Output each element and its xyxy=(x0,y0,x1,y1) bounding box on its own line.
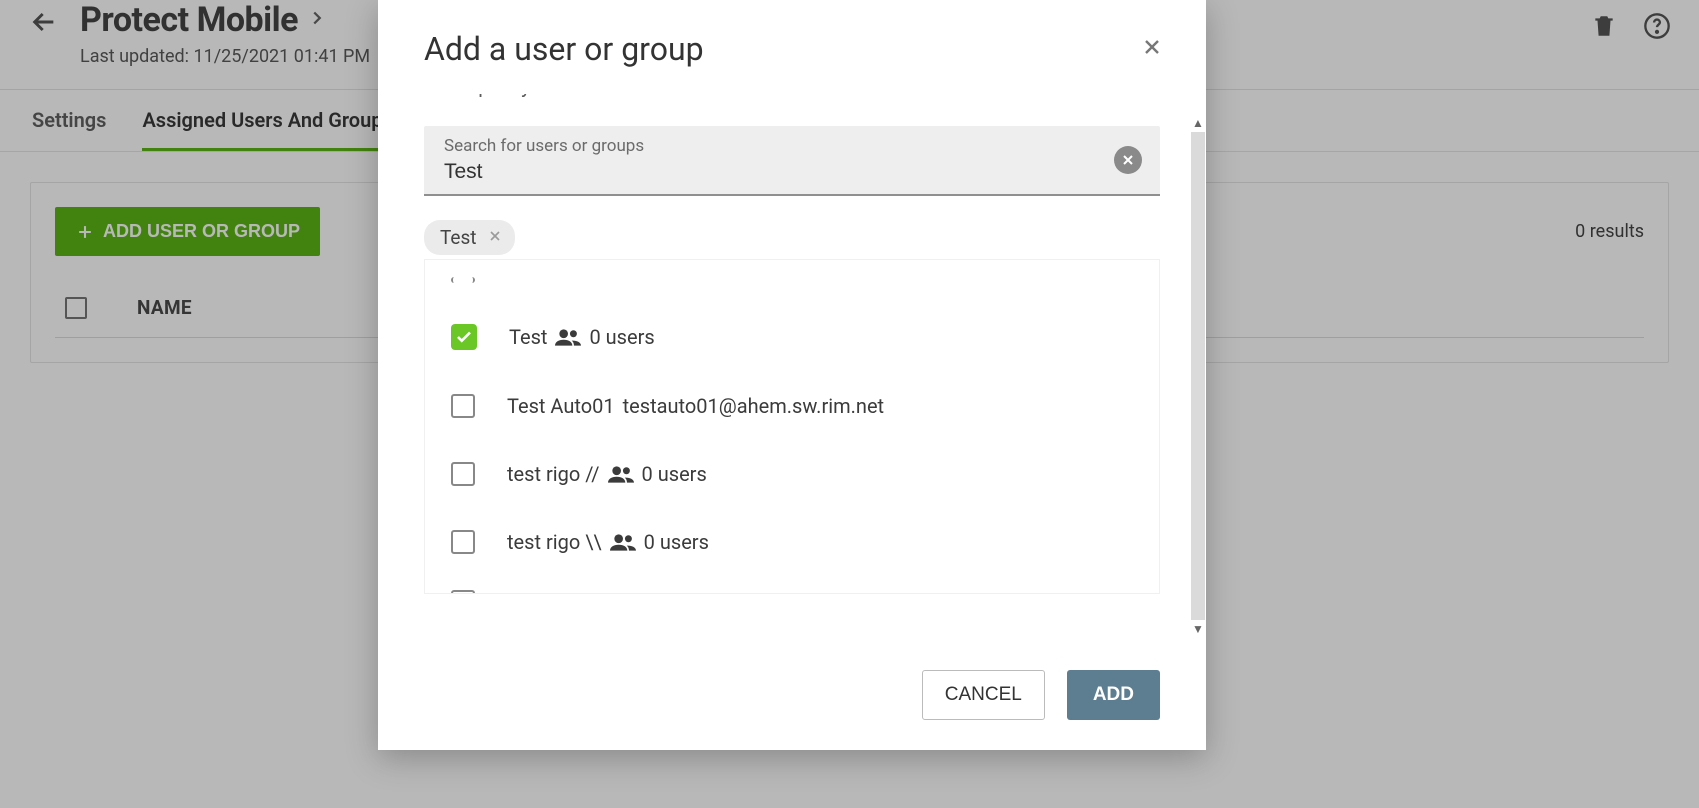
modal-footer: CANCEL ADD xyxy=(378,648,1206,750)
modal-hint-fragment: same policy. xyxy=(424,94,1160,108)
result-row[interactable]: test rigo // 0 users xyxy=(425,440,1159,508)
result-name: test rigo \\ xyxy=(507,530,602,554)
search-label: Search for users or groups xyxy=(444,136,1104,156)
clear-search-icon[interactable] xyxy=(1114,146,1142,174)
result-name: Test Auto01 xyxy=(507,394,615,418)
chip-test: Test xyxy=(424,220,515,255)
add-button[interactable]: ADD xyxy=(1067,670,1160,720)
result-checkbox[interactable] xyxy=(451,277,475,283)
result-checkbox[interactable] xyxy=(451,462,475,486)
result-checkbox[interactable] xyxy=(451,394,475,418)
result-row[interactable]: test rigo \\ 0 users xyxy=(425,508,1159,576)
result-name: test rigo // xyxy=(507,462,600,486)
result-email: testauto01@ahem.sw.rim.net xyxy=(623,394,884,418)
modal-title: Add a user or group xyxy=(424,30,704,68)
modal-outer-scrollbar[interactable]: ▲ ▼ xyxy=(1188,116,1208,636)
result-row[interactable]: Test 0 users xyxy=(425,302,1159,372)
scroll-up-icon[interactable]: ▲ xyxy=(1192,116,1204,130)
result-row-partial-bottom[interactable] xyxy=(425,576,1159,594)
result-name: Test xyxy=(509,325,547,349)
result-extra: 0 users xyxy=(589,325,654,349)
result-row-partial-top xyxy=(425,259,1159,302)
result-checkbox-checked[interactable] xyxy=(451,324,477,350)
chip-remove-icon[interactable] xyxy=(487,226,503,249)
group-icon xyxy=(555,328,581,346)
group-icon xyxy=(610,533,636,551)
close-icon[interactable] xyxy=(1140,35,1164,63)
result-extra: 0 users xyxy=(644,530,709,554)
chip-label: Test xyxy=(440,226,477,249)
result-row[interactable]: Test Auto01 testauto01@ahem.sw.rim.net xyxy=(425,372,1159,440)
results-list[interactable]: Test 0 users Test Auto01 testauto01@ahem… xyxy=(424,259,1160,594)
add-user-group-modal: Add a user or group same policy. Search … xyxy=(378,0,1206,750)
search-field-wrap: Search for users or groups xyxy=(424,126,1160,196)
search-input[interactable] xyxy=(444,160,1104,184)
scroll-down-icon[interactable]: ▼ xyxy=(1192,622,1204,636)
result-checkbox[interactable] xyxy=(451,530,475,554)
result-extra: 0 users xyxy=(642,462,707,486)
group-icon xyxy=(608,465,634,483)
selected-chips: Test xyxy=(424,220,1160,255)
result-checkbox[interactable] xyxy=(451,590,475,594)
cancel-button[interactable]: CANCEL xyxy=(922,670,1045,720)
